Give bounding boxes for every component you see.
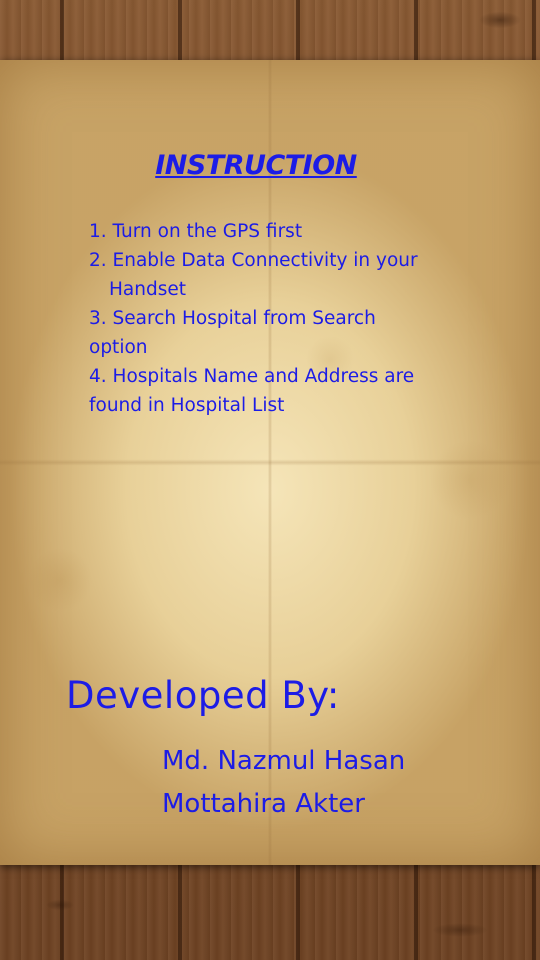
instruction-text-continued: Handset	[109, 279, 186, 300]
instruction-text: 2. Enable Data Connectivity in your	[89, 250, 418, 271]
instruction-item: 2. Enable Data Connectivity in your Hand…	[89, 246, 449, 304]
instruction-text: 4. Hospitals Name and Address are	[89, 366, 415, 387]
instruction-title: INSTRUCTION	[155, 150, 357, 181]
instruction-item: 1. Turn on the GPS first	[89, 217, 449, 246]
instruction-list: 1. Turn on the GPS first 2. Enable Data …	[89, 217, 449, 420]
developer-name: Mottahira Akter	[162, 789, 365, 819]
instruction-text: 1. Turn on the GPS first	[89, 221, 303, 242]
developed-by-label: Developed By:	[66, 674, 340, 717]
instruction-text-continued: found in Hospital List	[89, 395, 285, 416]
instruction-text-continued: option	[89, 337, 148, 358]
developer-name: Md. Nazmul Hasan	[162, 746, 406, 776]
instruction-text: 3. Search Hospital from Search	[89, 308, 376, 329]
app-screen: { "title": "INSTRUCTION", "instructions"…	[0, 0, 540, 960]
instruction-item: 4. Hospitals Name and Address are found …	[89, 362, 449, 420]
instruction-item: 3. Search Hospital from Search option	[89, 304, 449, 362]
